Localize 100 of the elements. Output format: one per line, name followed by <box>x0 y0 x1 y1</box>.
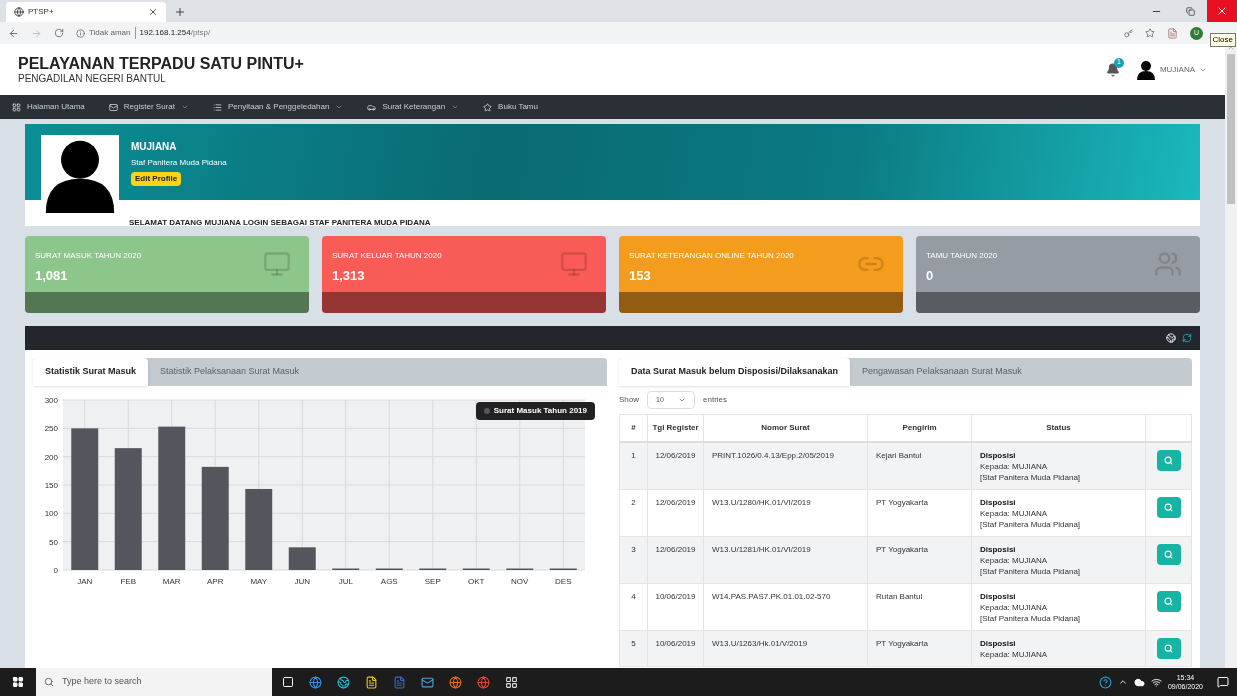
list-icon <box>212 102 222 112</box>
status-text: [Staf Panitera Muda Pidana] <box>980 566 1082 577</box>
globe-icon <box>14 7 24 17</box>
nav-item[interactable]: Surat Keterangan <box>367 101 460 113</box>
key-icon[interactable] <box>1124 28 1133 38</box>
site-subtitle: PENGADILAN NEGERI BANTUL <box>18 73 167 84</box>
document-icon[interactable] <box>1167 27 1178 39</box>
mail-icon[interactable] <box>421 675 434 689</box>
browser-icon[interactable] <box>309 675 322 689</box>
legend-label: Surat Masuk Tahun 2019 <box>493 404 587 417</box>
y-tick-label: 150 <box>44 480 58 490</box>
globe-icon[interactable] <box>1166 333 1176 343</box>
new-tab-icon[interactable] <box>174 6 186 18</box>
reload-icon[interactable] <box>54 28 64 38</box>
info-icon <box>76 28 85 38</box>
edit-profile-button[interactable]: Edit Profile <box>131 172 182 186</box>
table-cell: PRINT.1026/0.4.13/Epp.2/05/2019 <box>703 442 868 490</box>
view-button[interactable] <box>1156 591 1181 612</box>
bookmark-star-icon[interactable] <box>1145 28 1155 38</box>
browser-icon[interactable] <box>337 675 350 689</box>
table-cell: PT Yogyakarta <box>867 630 972 667</box>
x-tick-label: JUL <box>338 576 353 586</box>
stat-icon <box>560 250 588 278</box>
x-tick-label: AGS <box>380 576 398 586</box>
y-tick-label: 100 <box>44 508 58 518</box>
nav-item[interactable]: Register Surat <box>108 101 189 113</box>
show-label: Show <box>619 393 639 406</box>
y-tick-label: 200 <box>44 452 58 462</box>
profile-role: Staf Panitera Muda Pidana <box>131 157 227 169</box>
table-cell: 12/06/2019 <box>647 442 704 490</box>
status-text: [Staf Panitera Muda Pidana] <box>980 519 1082 530</box>
taskbar-search-field[interactable]: Type here to search <box>36 668 272 696</box>
restore-icon[interactable] <box>1186 6 1195 16</box>
magnifier-icon <box>1164 550 1173 559</box>
stat-label: SURAT KETERANGAN ONLINE TAHUN 2020 <box>629 250 794 262</box>
view-button[interactable] <box>1156 450 1181 471</box>
stat-icon <box>263 250 291 278</box>
column-header: Tgl Register <box>647 414 704 442</box>
magnifier-icon <box>1164 456 1173 465</box>
user-avatar-icon <box>1135 59 1156 80</box>
table-cell: 2 <box>619 489 648 537</box>
chevron-up-icon[interactable] <box>1117 677 1128 687</box>
tab[interactable]: Data Surat Masuk belum Disposisi/Dilaksanakan <box>619 358 851 386</box>
column-header: # <box>619 414 648 442</box>
tab[interactable]: Statistik Pelaksanaan Surat Masuk <box>148 358 312 386</box>
x-tick-label: APR <box>207 576 224 586</box>
y-tick-label: 50 <box>49 537 58 547</box>
caret-icon <box>180 103 189 111</box>
tab[interactable]: Statistik Surat Masuk <box>33 358 149 386</box>
stat-icon <box>1154 250 1182 278</box>
bell-icon[interactable] <box>1105 62 1120 77</box>
back-icon[interactable] <box>8 27 19 39</box>
cloud-icon[interactable] <box>1133 676 1145 688</box>
view-button[interactable] <box>1156 544 1181 565</box>
windows-start-icon[interactable] <box>12 676 24 688</box>
view-button[interactable] <box>1156 638 1181 659</box>
entries-label: entries <box>703 393 728 406</box>
wifi-icon[interactable] <box>1150 676 1162 688</box>
y-tick-label: 300 <box>44 395 58 405</box>
status-text: Kepada: MUJIANA <box>980 555 1049 566</box>
status-title: Disposisi <box>980 591 1017 602</box>
x-tick-label: SEP <box>424 576 441 586</box>
stat-value: 1,313 <box>332 267 366 285</box>
caret-icon <box>451 103 460 111</box>
stat-label: TAMU TAHUN 2020 <box>926 250 998 262</box>
x-tick-label: OKT <box>468 576 485 586</box>
close-icon[interactable] <box>148 7 158 17</box>
status-text: Kepada: MUJIANA <box>980 461 1049 472</box>
user-menu[interactable]: MUJIANA <box>1135 59 1207 80</box>
magnifier-icon <box>1164 503 1173 512</box>
notifications-icon[interactable] <box>1217 676 1229 688</box>
refresh-icon[interactable] <box>1182 333 1192 343</box>
site-title: PELAYANAN TERPADU SATU PINTU+ <box>18 55 304 73</box>
browser-tab[interactable]: PTSP+ <box>6 2 166 22</box>
status-text: Kepada: MUJIANA <box>980 602 1049 613</box>
profile-name: MUJIANA <box>131 140 177 154</box>
task-view-icon[interactable] <box>282 676 294 688</box>
status-title: Disposisi <box>980 450 1017 461</box>
help-icon[interactable] <box>1098 675 1112 689</box>
grid-icon <box>12 102 21 112</box>
nav-item[interactable]: Buku Tamu <box>483 101 538 113</box>
stat-value: 1,081 <box>35 267 69 285</box>
stat-value: 0 <box>926 267 935 285</box>
x-tick-label: JUN <box>294 576 311 586</box>
welcome-text: SELAMAT DATANG MUJIANA LOGIN SEBAGAI STAF PANITERA MUDA PIDANA <box>129 218 431 227</box>
table-cell: 5 <box>619 630 648 667</box>
nav-item[interactable]: Halaman Utama <box>12 101 85 113</box>
close-icon <box>1216 5 1228 17</box>
star-icon <box>483 102 493 112</box>
x-tick-label: FEB <box>120 576 137 586</box>
nav-item[interactable]: Penyitaan & Penggeledahan <box>212 101 344 113</box>
stat-label: SURAT KELUAR TAHUN 2020 <box>332 250 442 262</box>
tab[interactable]: Pengawasan Pelaksanaan Surat Masuk <box>850 358 1034 386</box>
scroll-up-icon[interactable] <box>1227 44 1235 52</box>
tooltip: Close <box>1209 33 1236 47</box>
view-button[interactable] <box>1156 497 1181 518</box>
scrollbar-thumb[interactable] <box>1227 54 1235 204</box>
status-title: Disposisi <box>980 497 1017 508</box>
x-tick-label: DES <box>555 576 572 586</box>
table-cell: PT Yogyakarta <box>867 489 972 537</box>
